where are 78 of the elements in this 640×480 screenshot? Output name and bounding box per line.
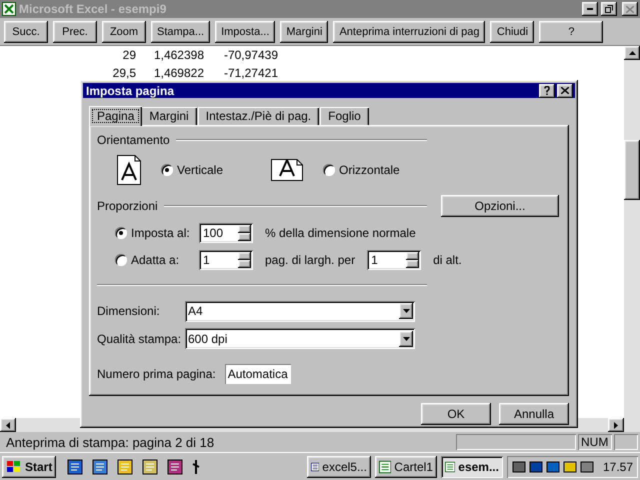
sheet-cell-text: 1,469822 (152, 66, 205, 80)
restore-button[interactable] (601, 2, 617, 16)
close-button[interactable] (557, 84, 573, 98)
status-indicator: NUM (578, 434, 612, 450)
close-icon (561, 87, 569, 94)
toolbar-button[interactable]: Margini (280, 20, 328, 42)
field-label: Dimensioni: (97, 304, 161, 318)
start-button[interactable]: Start (2, 456, 56, 478)
tab[interactable]: Margini (141, 107, 197, 125)
spreadsheet-app-icon (2, 2, 16, 16)
windows-flag-icon (6, 460, 22, 474)
tray-icon[interactable] (580, 460, 594, 474)
toolbar-button[interactable]: Stampa... (151, 20, 210, 42)
toolbar-button[interactable]: Anteprima interruzioni di pag (333, 20, 486, 42)
field-label: Qualità stampa: (97, 332, 182, 346)
radio-option[interactable]: Imposta al: (115, 226, 199, 240)
dialog-button[interactable]: OK (421, 403, 491, 425)
tray-icon[interactable] (546, 460, 560, 474)
toolbar-button[interactable]: ? (539, 20, 604, 42)
close-button[interactable] (622, 2, 638, 16)
tab[interactable]: Foglio (320, 107, 369, 125)
page-letter-icon (117, 155, 141, 185)
window-title: Microsoft Excel - esempi9 (19, 2, 168, 16)
minimize-icon (587, 8, 593, 10)
dialog-button[interactable]: Annulla (499, 403, 569, 425)
options-button[interactable]: Opzioni... (441, 195, 559, 217)
taskbar-task[interactable]: excel5... (306, 456, 371, 478)
toolbar-button[interactable]: Imposta... (215, 20, 276, 42)
taskbar-task[interactable]: Cartel1 (374, 456, 437, 478)
toolbar-button[interactable]: Succ. (4, 20, 48, 42)
status-panel (614, 434, 638, 450)
clock: 17.57 (602, 460, 633, 474)
help-button[interactable] (539, 84, 555, 98)
radio-option[interactable]: Orizzontale (323, 163, 400, 177)
field-label: % della dimensione normale (265, 226, 416, 240)
first-page-number-field[interactable]: Automatica (224, 364, 291, 384)
tray-icon[interactable] (562, 460, 577, 474)
up-arrow-icon (628, 51, 636, 55)
vertical-scrollbar[interactable] (624, 46, 640, 432)
section-heading: Proporzioni (97, 199, 158, 213)
close-icon (626, 6, 634, 12)
field-label: pag. di largh. per (265, 253, 356, 268)
help-icon (544, 86, 550, 95)
toolbar-button[interactable]: Chiudi (490, 20, 534, 42)
sheet-cell-text: -71,27421 (222, 66, 279, 80)
paper-size-dropdown[interactable]: A4 (185, 300, 415, 322)
right-arrow-icon (614, 422, 618, 428)
taskbar-task[interactable]: esem... (440, 456, 503, 478)
spin-field[interactable]: 1 (199, 250, 253, 270)
page-letter-icon (271, 159, 304, 181)
dialog-title: Imposta pagina (86, 84, 176, 98)
section-heading: Orientamento (97, 133, 170, 147)
field-label: di alt. (433, 253, 462, 268)
tab[interactable]: Intestaz./Piè di pag. (198, 107, 320, 125)
tray-icon[interactable] (512, 460, 526, 474)
tab[interactable]: Pagina (89, 106, 142, 126)
toolbar-button[interactable]: Prec. (53, 20, 97, 42)
sheet-cell-text: 29 (122, 48, 137, 62)
down-arrow-icon (402, 336, 410, 341)
field-label: Numero prima pagina: (97, 367, 216, 382)
status-text: Anteprima di stampa: pagina 2 di 18 (5, 434, 216, 450)
down-arrow-icon (402, 309, 410, 314)
sheet-cell-text: 29,5 (112, 66, 137, 80)
sheet-cell-text: 1,462398 (152, 48, 205, 62)
print-quality-dropdown[interactable]: 600 dpi (185, 328, 415, 350)
scroll-thumb[interactable] (624, 140, 640, 200)
toolbar-button[interactable]: Zoom (102, 20, 146, 42)
radio-option[interactable]: Verticale (161, 163, 224, 177)
left-arrow-icon (6, 422, 10, 428)
restore-icon (605, 5, 613, 13)
spin-field[interactable]: 100 (199, 222, 253, 243)
sheet-cell-text: -70,97439 (222, 48, 279, 62)
minimize-button[interactable] (582, 2, 598, 16)
tray-icon[interactable] (528, 460, 543, 474)
spin-field[interactable]: 1 (367, 250, 422, 270)
radio-option[interactable]: Adatta a: (115, 253, 199, 268)
document-icon (444, 460, 456, 474)
document-icon (378, 460, 392, 474)
